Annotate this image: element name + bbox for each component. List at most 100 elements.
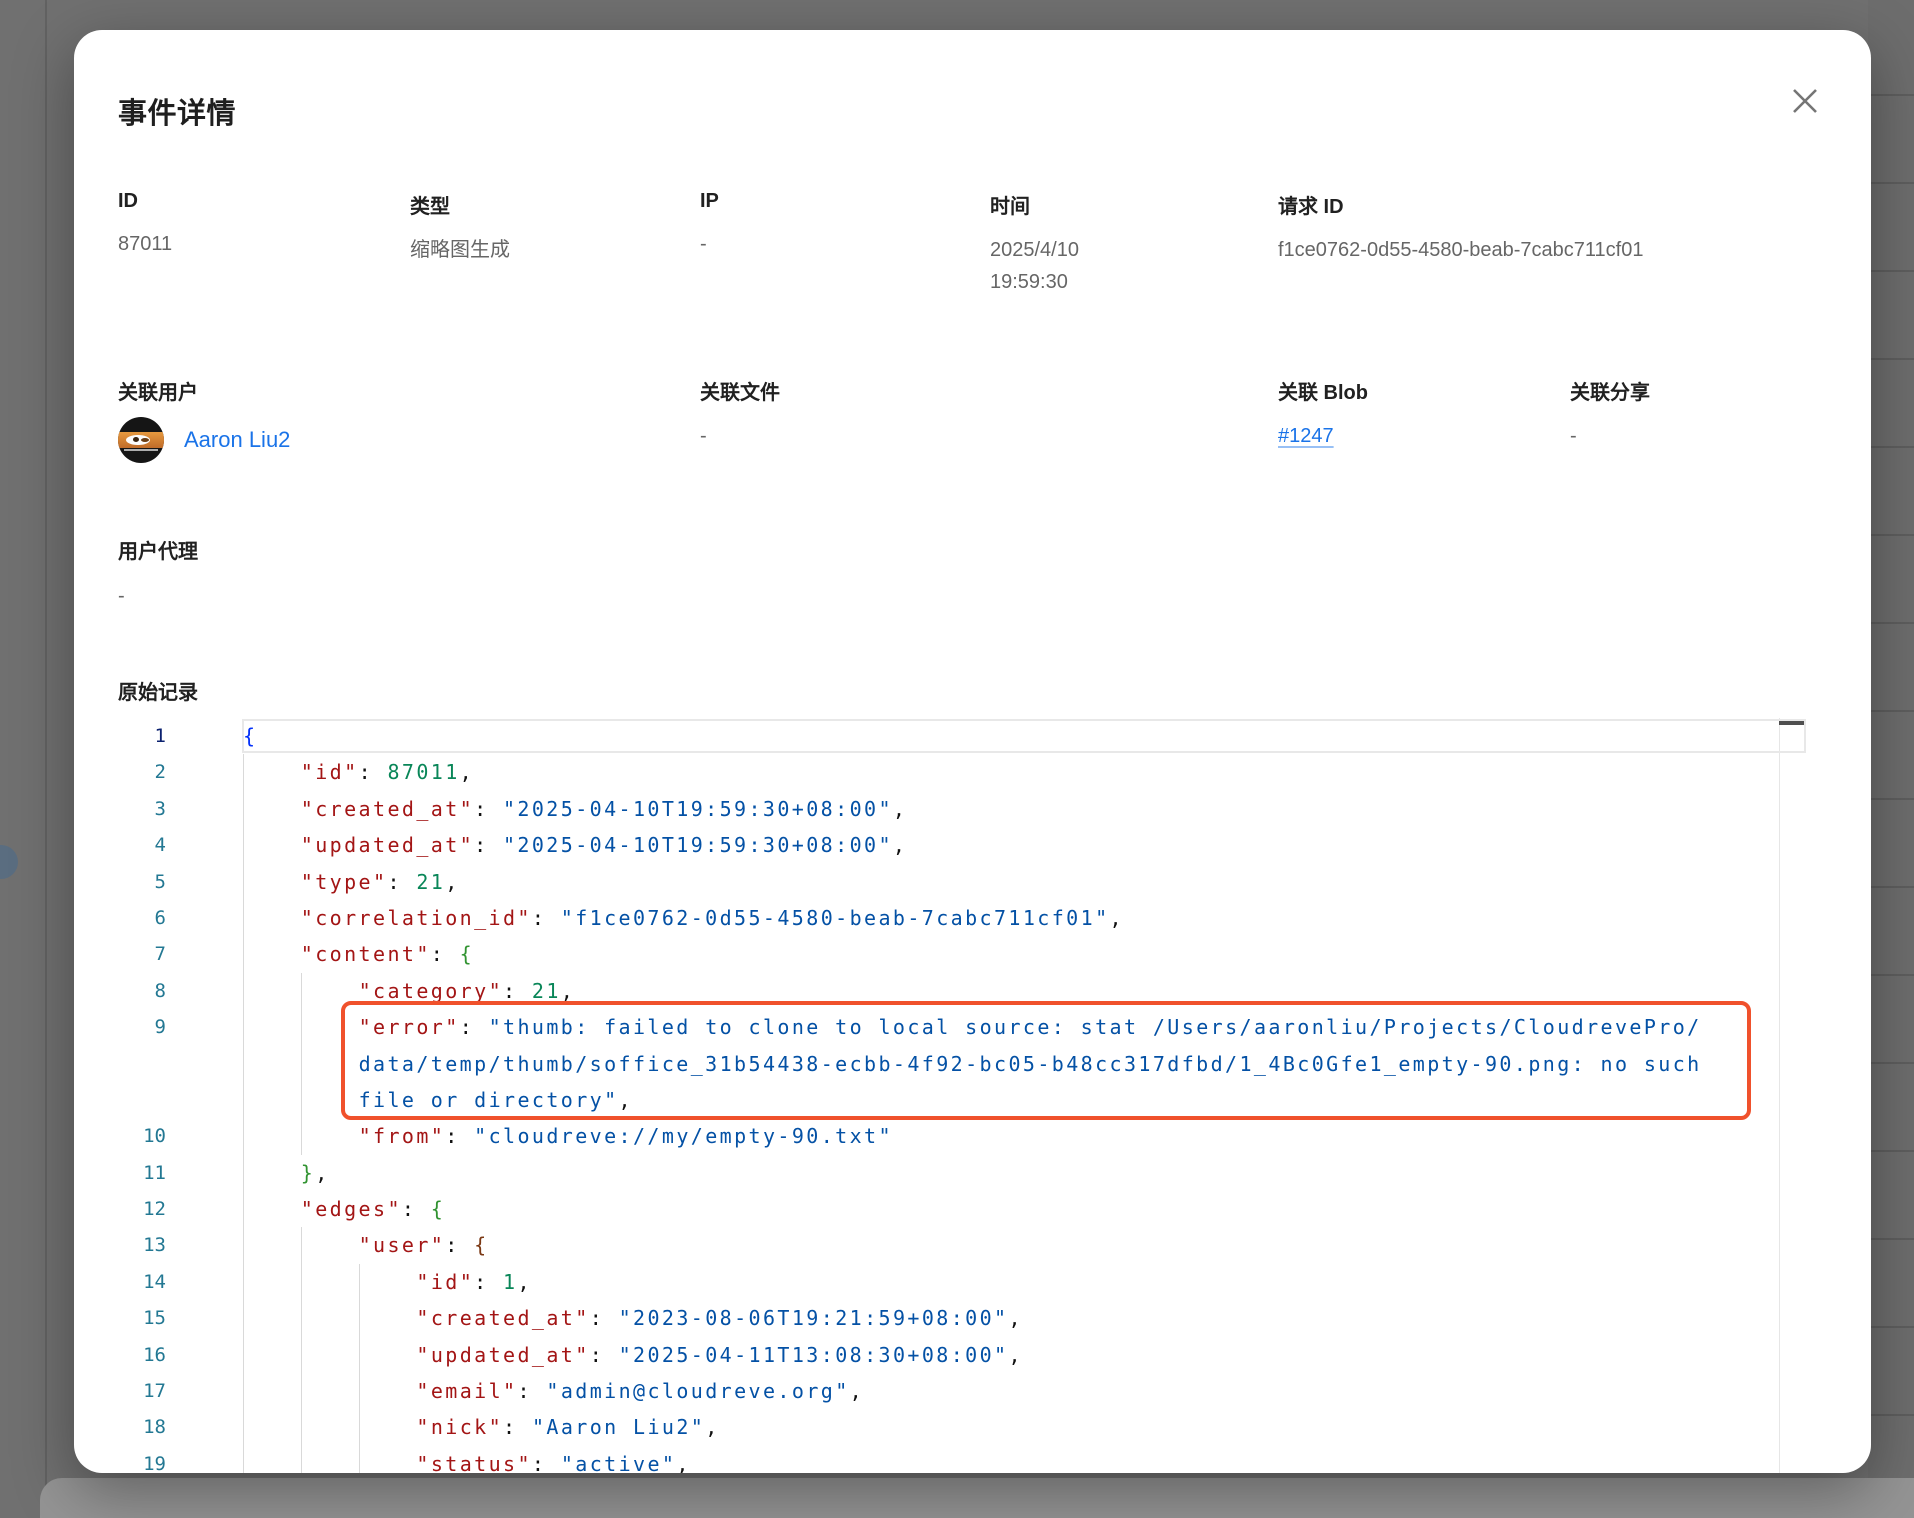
field-label: 时间 [990,190,1258,219]
field-label: 关联文件 [700,376,1258,405]
field-type: 类型 缩略图生成 [410,190,700,298]
indent-guide [359,1373,360,1409]
dimmed-background-table [1868,0,1914,1510]
code-text: "correlation_id": "f1ce0762-0d55-4580-be… [243,900,1124,936]
related-user-link[interactable]: Aaron Liu2 [184,427,290,453]
code-text: "nick": "Aaron Liu2", [243,1409,720,1445]
indent-guide [243,1264,244,1300]
info-grid-row1: ID 87011 类型 缩略图生成 IP - 时间 2025/4/10 19:5… [118,190,1827,298]
indent-guide [243,1227,244,1263]
code-text: "user": { [243,1227,489,1263]
indent-guide [301,1300,302,1336]
indent-guide [243,1337,244,1373]
line-number: 2 [118,754,243,790]
field-value: 缩略图生成 [410,234,680,266]
field-related-file: 关联文件 - [700,376,1278,463]
indent-guide [243,827,244,863]
indent-guide [359,1300,360,1336]
json-code-editor[interactable]: 1{2"id": 87011,3"created_at": "2025-04-1… [118,718,1806,1473]
field-label: IP [700,190,970,213]
avatar-art [124,449,159,451]
indent-guide [243,1009,244,1118]
code-text: "created_at": "2025-04-10T19:59:30+08:00… [243,791,907,827]
line-number: 18 [118,1409,243,1445]
code-line: 9"error": "thumb: failed to clone to loc… [118,1009,1806,1118]
field-ip: IP - [700,190,990,298]
code-text: "status": "active", [243,1446,691,1473]
code-line: 13"user": { [118,1227,1806,1263]
code-line: 15"created_at": "2023-08-06T19:21:59+08:… [118,1300,1806,1336]
field-value: - [700,228,970,260]
event-details-dialog: 事件详情 ID 87011 类型 缩略图生成 IP - 时间 2025/4/10… [74,30,1871,1473]
indent-guide [243,1409,244,1445]
line-number: 19 [118,1446,243,1473]
line-number: 10 [118,1118,243,1154]
avatar-art [141,438,149,442]
dimmed-background-divider [45,0,47,1510]
code-line: 5"type": 21, [118,864,1806,900]
close-button[interactable] [1783,80,1827,124]
code-text: "error": "thumb: failed to clone to loca… [243,1009,1702,1045]
code-line: 8"category": 21, [118,973,1806,1009]
indent-guide [301,1009,302,1118]
code-line: 7"content": { [118,936,1806,972]
line-number: 3 [118,791,243,827]
code-line: 19"status": "active", [118,1446,1806,1473]
code-text: "edges": { [243,1191,445,1227]
line-number [118,1082,243,1118]
indent-guide [301,1409,302,1445]
code-text: }, [243,1155,330,1191]
indent-guide [243,1118,244,1154]
indent-guide [243,900,244,936]
info-grid-row2: 关联用户 Aaron Liu2 关联文件 - 关联 Blob #1247 关联分… [118,376,1827,463]
field-label: 用户代理 [118,535,1827,564]
field-value: - [118,580,1827,612]
field-label: 关联用户 [118,376,680,405]
line-number [118,1046,243,1082]
raw-record-section: 原始记录 1{2"id": 87011,3"created_at": "2025… [118,676,1827,1473]
field-value: 87011 [118,228,390,260]
line-number: 4 [118,827,243,863]
line-number: 15 [118,1300,243,1336]
field-request-id: 请求 ID f1ce0762-0d55-4580-beab-7cabc711cf… [1278,190,1827,298]
line-number: 14 [118,1264,243,1300]
field-related-share: 关联分享 - [1570,376,1827,463]
indent-guide [243,936,244,972]
indent-guide [359,1264,360,1300]
field-time: 时间 2025/4/10 19:59:30 [990,190,1278,298]
field-id: ID 87011 [118,190,410,298]
code-line: 3"created_at": "2025-04-10T19:59:30+08:0… [118,791,1806,827]
avatar-art [133,437,139,442]
code-line: 17"email": "admin@cloudreve.org", [118,1373,1806,1409]
indent-guide [243,1446,244,1473]
indent-guide [243,1191,244,1227]
code-text: "category": 21, [243,973,575,1009]
code-text: "id": 1, [243,1264,532,1300]
indent-guide [359,1446,360,1473]
indent-guide [243,864,244,900]
indent-guide [243,1373,244,1409]
field-value: - [700,420,1258,452]
indent-guide [301,1264,302,1300]
indent-guide [243,973,244,1009]
related-user-row: Aaron Liu2 [118,417,680,463]
code-line: 12"edges": { [118,1191,1806,1227]
field-value: f1ce0762-0d55-4580-beab-7cabc711cf01 [1278,234,1807,266]
related-blob-link[interactable]: #1247 [1278,425,1334,447]
code-line: 6"correlation_id": "f1ce0762-0d55-4580-b… [118,900,1806,936]
line-number: 17 [118,1373,243,1409]
indent-guide [301,1373,302,1409]
indent-guide [301,1118,302,1154]
indent-guide [243,1155,244,1191]
field-label: ID [118,190,390,213]
code-line: 4"updated_at": "2025-04-10T19:59:30+08:0… [118,827,1806,863]
field-label: 类型 [410,190,680,219]
line-number: 1 [118,718,243,754]
indent-guide [301,973,302,1009]
code-text: "updated_at": "2025-04-10T19:59:30+08:00… [243,827,907,863]
line-number: 9 [118,1009,243,1045]
code-line: 10"from": "cloudreve://my/empty-90.txt" [118,1118,1806,1154]
field-user-agent: 用户代理 - [118,535,1827,612]
indent-guide [301,1446,302,1473]
user-avatar[interactable] [118,417,164,463]
